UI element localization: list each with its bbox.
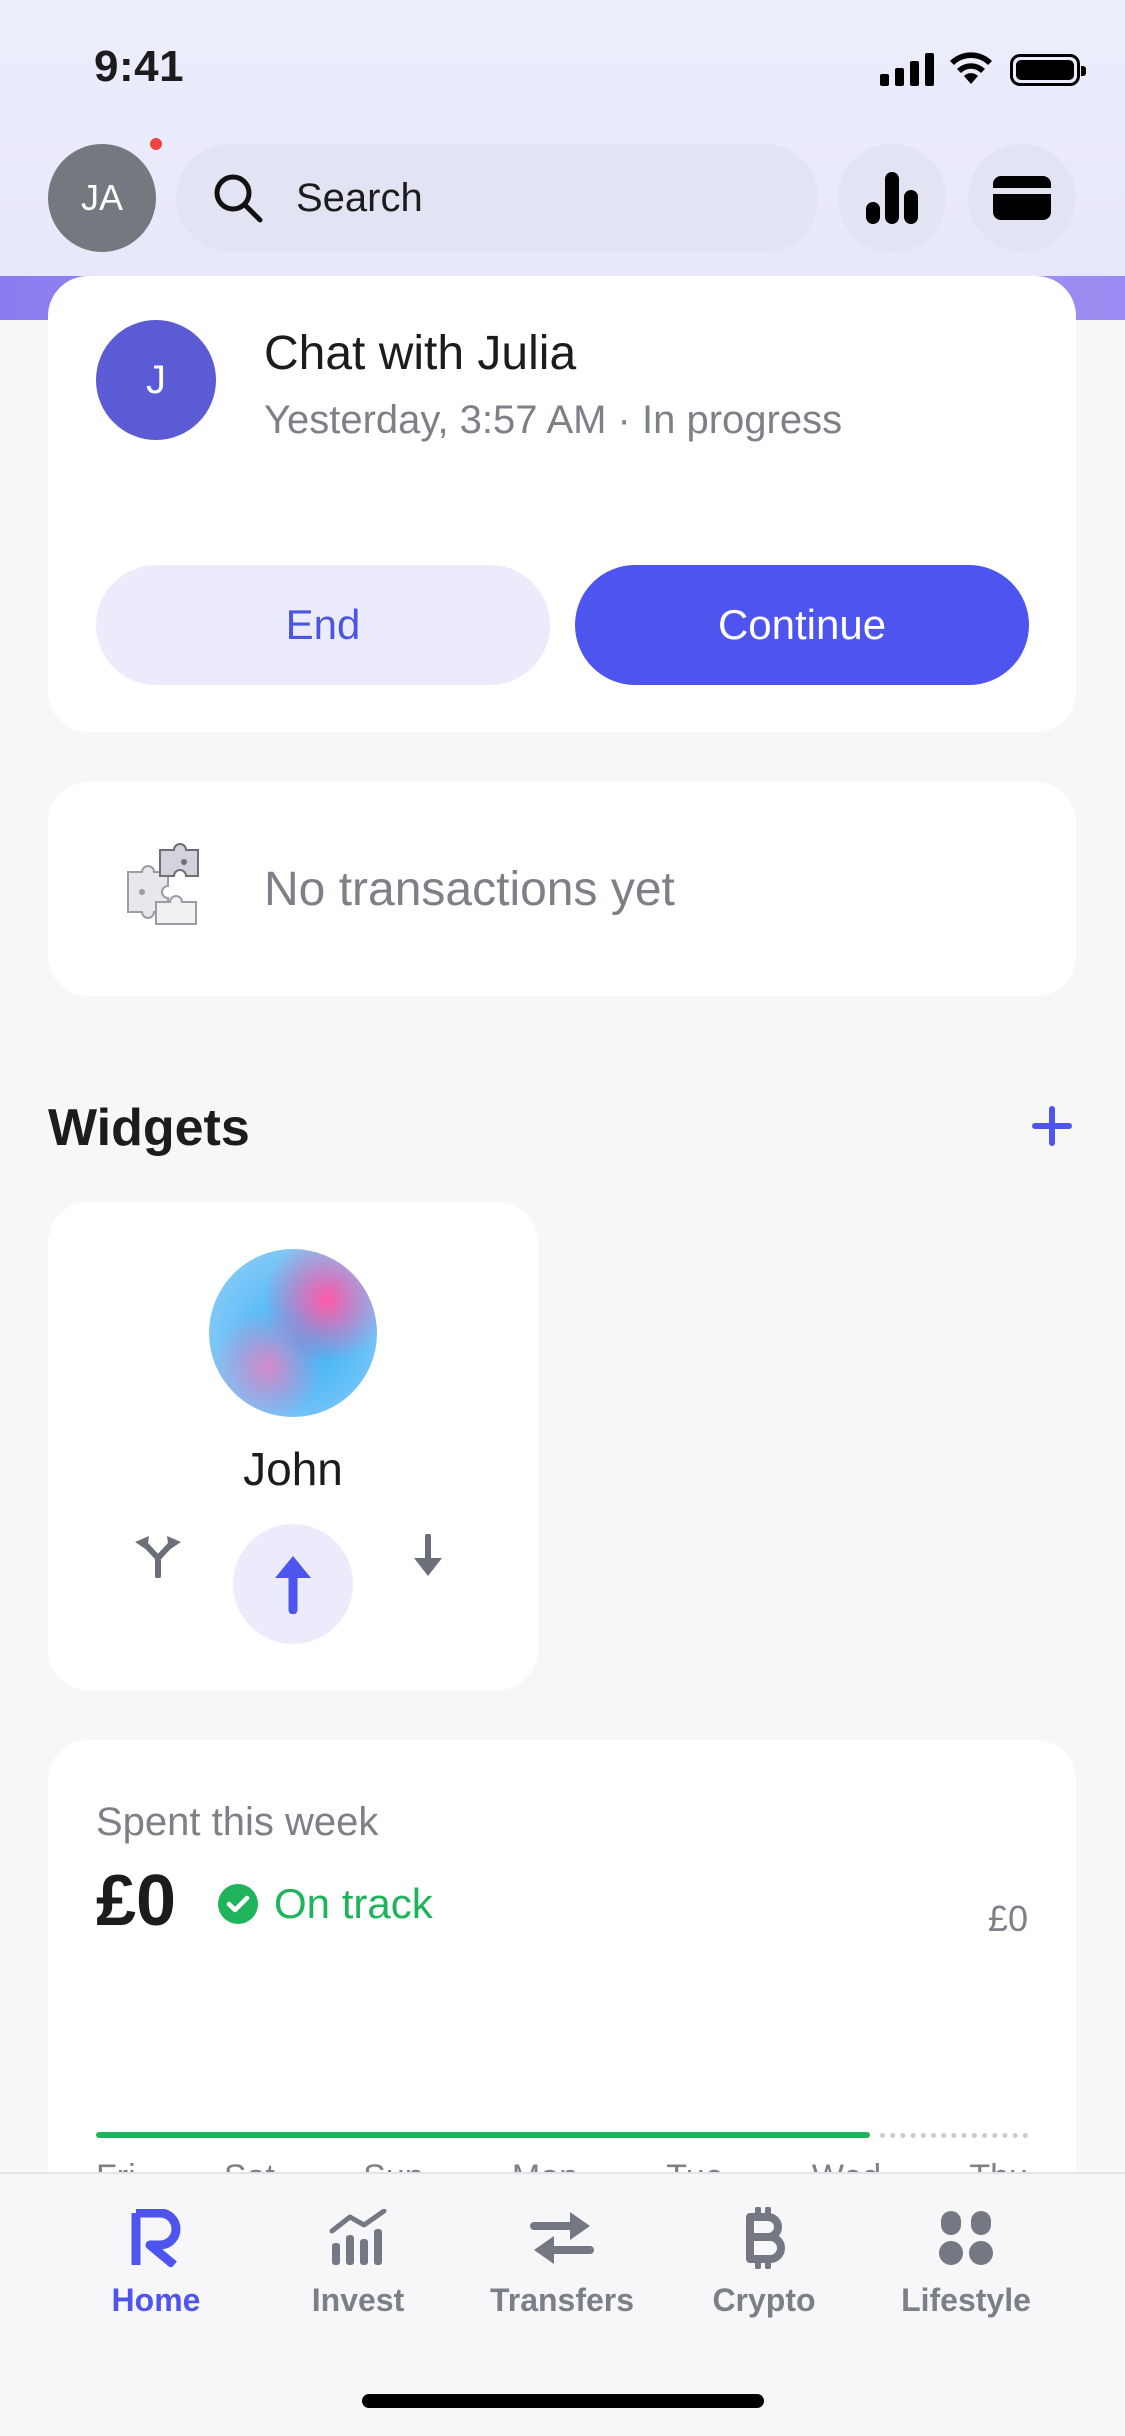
widgets-heading: Widgets [48,1099,250,1157]
analytics-button[interactable] [838,144,946,252]
contact-avatar [209,1249,377,1417]
signal-icon [880,52,934,86]
chat-title: Chat with Julia [264,327,577,380]
wifi-icon [950,52,992,84]
end-chat-button[interactable]: End [96,565,550,685]
lifestyle-icon [930,2202,1002,2274]
request-button[interactable] [398,1526,458,1586]
contact-widget[interactable]: John [48,1202,538,1690]
tab-label: Lifestyle [901,2282,1031,2318]
home-logo-icon [120,2202,192,2274]
chat-avatar-letter: J [146,357,166,402]
bitcoin-icon [728,2202,800,2274]
bar-chart-icon [866,172,918,224]
card-icon [993,176,1051,220]
split-icon [135,1536,181,1578]
status-text: On track [274,1880,433,1927]
request-icon [414,1534,442,1576]
split-button[interactable] [128,1526,188,1586]
continue-chat-button[interactable]: Continue [575,565,1029,685]
tab-label: Transfers [489,2282,635,2318]
status-time: 9:41 [94,42,185,91]
tab-home[interactable]: Home [66,2202,246,2319]
invest-icon [322,2202,394,2274]
avatar-initials: JA [80,177,123,218]
transactions-card[interactable]: No transactions yet [48,782,1076,996]
profile-avatar[interactable]: JA [48,144,156,252]
tab-label: Crypto [712,2282,816,2318]
plus-icon[interactable] [1030,1104,1074,1148]
send-icon [275,1556,311,1614]
cards-button[interactable] [968,144,1076,252]
notification-dot [148,136,164,152]
send-button[interactable] [233,1524,353,1644]
empty-transactions-text: No transactions yet [264,863,675,916]
home-indicator [362,2394,764,2408]
contact-name: John [243,1443,343,1495]
tab-label: Home [111,2282,201,2318]
tab-lifestyle[interactable]: Lifestyle [876,2202,1056,2319]
search-bar[interactable]: Search [176,144,818,252]
search-icon [214,174,263,223]
transfers-icon [526,2202,598,2274]
battery-icon [1010,54,1086,86]
tab-transfers[interactable]: Transfers [472,2202,652,2319]
check-circle-icon [218,1884,258,1924]
spending-progress [96,2132,870,2138]
tab-invest[interactable]: Invest [268,2202,448,2319]
puzzle-icon [127,843,199,925]
chat-card[interactable]: J Chat with Julia Yesterday, 3:57 AM · I… [48,276,1076,732]
spent-amount: £0 [96,1861,177,1941]
tab-label: Invest [311,2282,405,2318]
status-bar: 9:41 [0,0,1125,140]
spending-limit: £0 [987,1898,1028,1939]
status-badge: On track [218,1880,433,1928]
chat-subtitle: Yesterday, 3:57 AM · In progress [264,398,843,442]
spent-label: Spent this week [96,1800,379,1844]
search-placeholder: Search [296,175,423,220]
chat-avatar: J [96,320,216,440]
spending-remaining [880,2133,1028,2138]
tab-crypto[interactable]: Crypto [674,2202,854,2319]
